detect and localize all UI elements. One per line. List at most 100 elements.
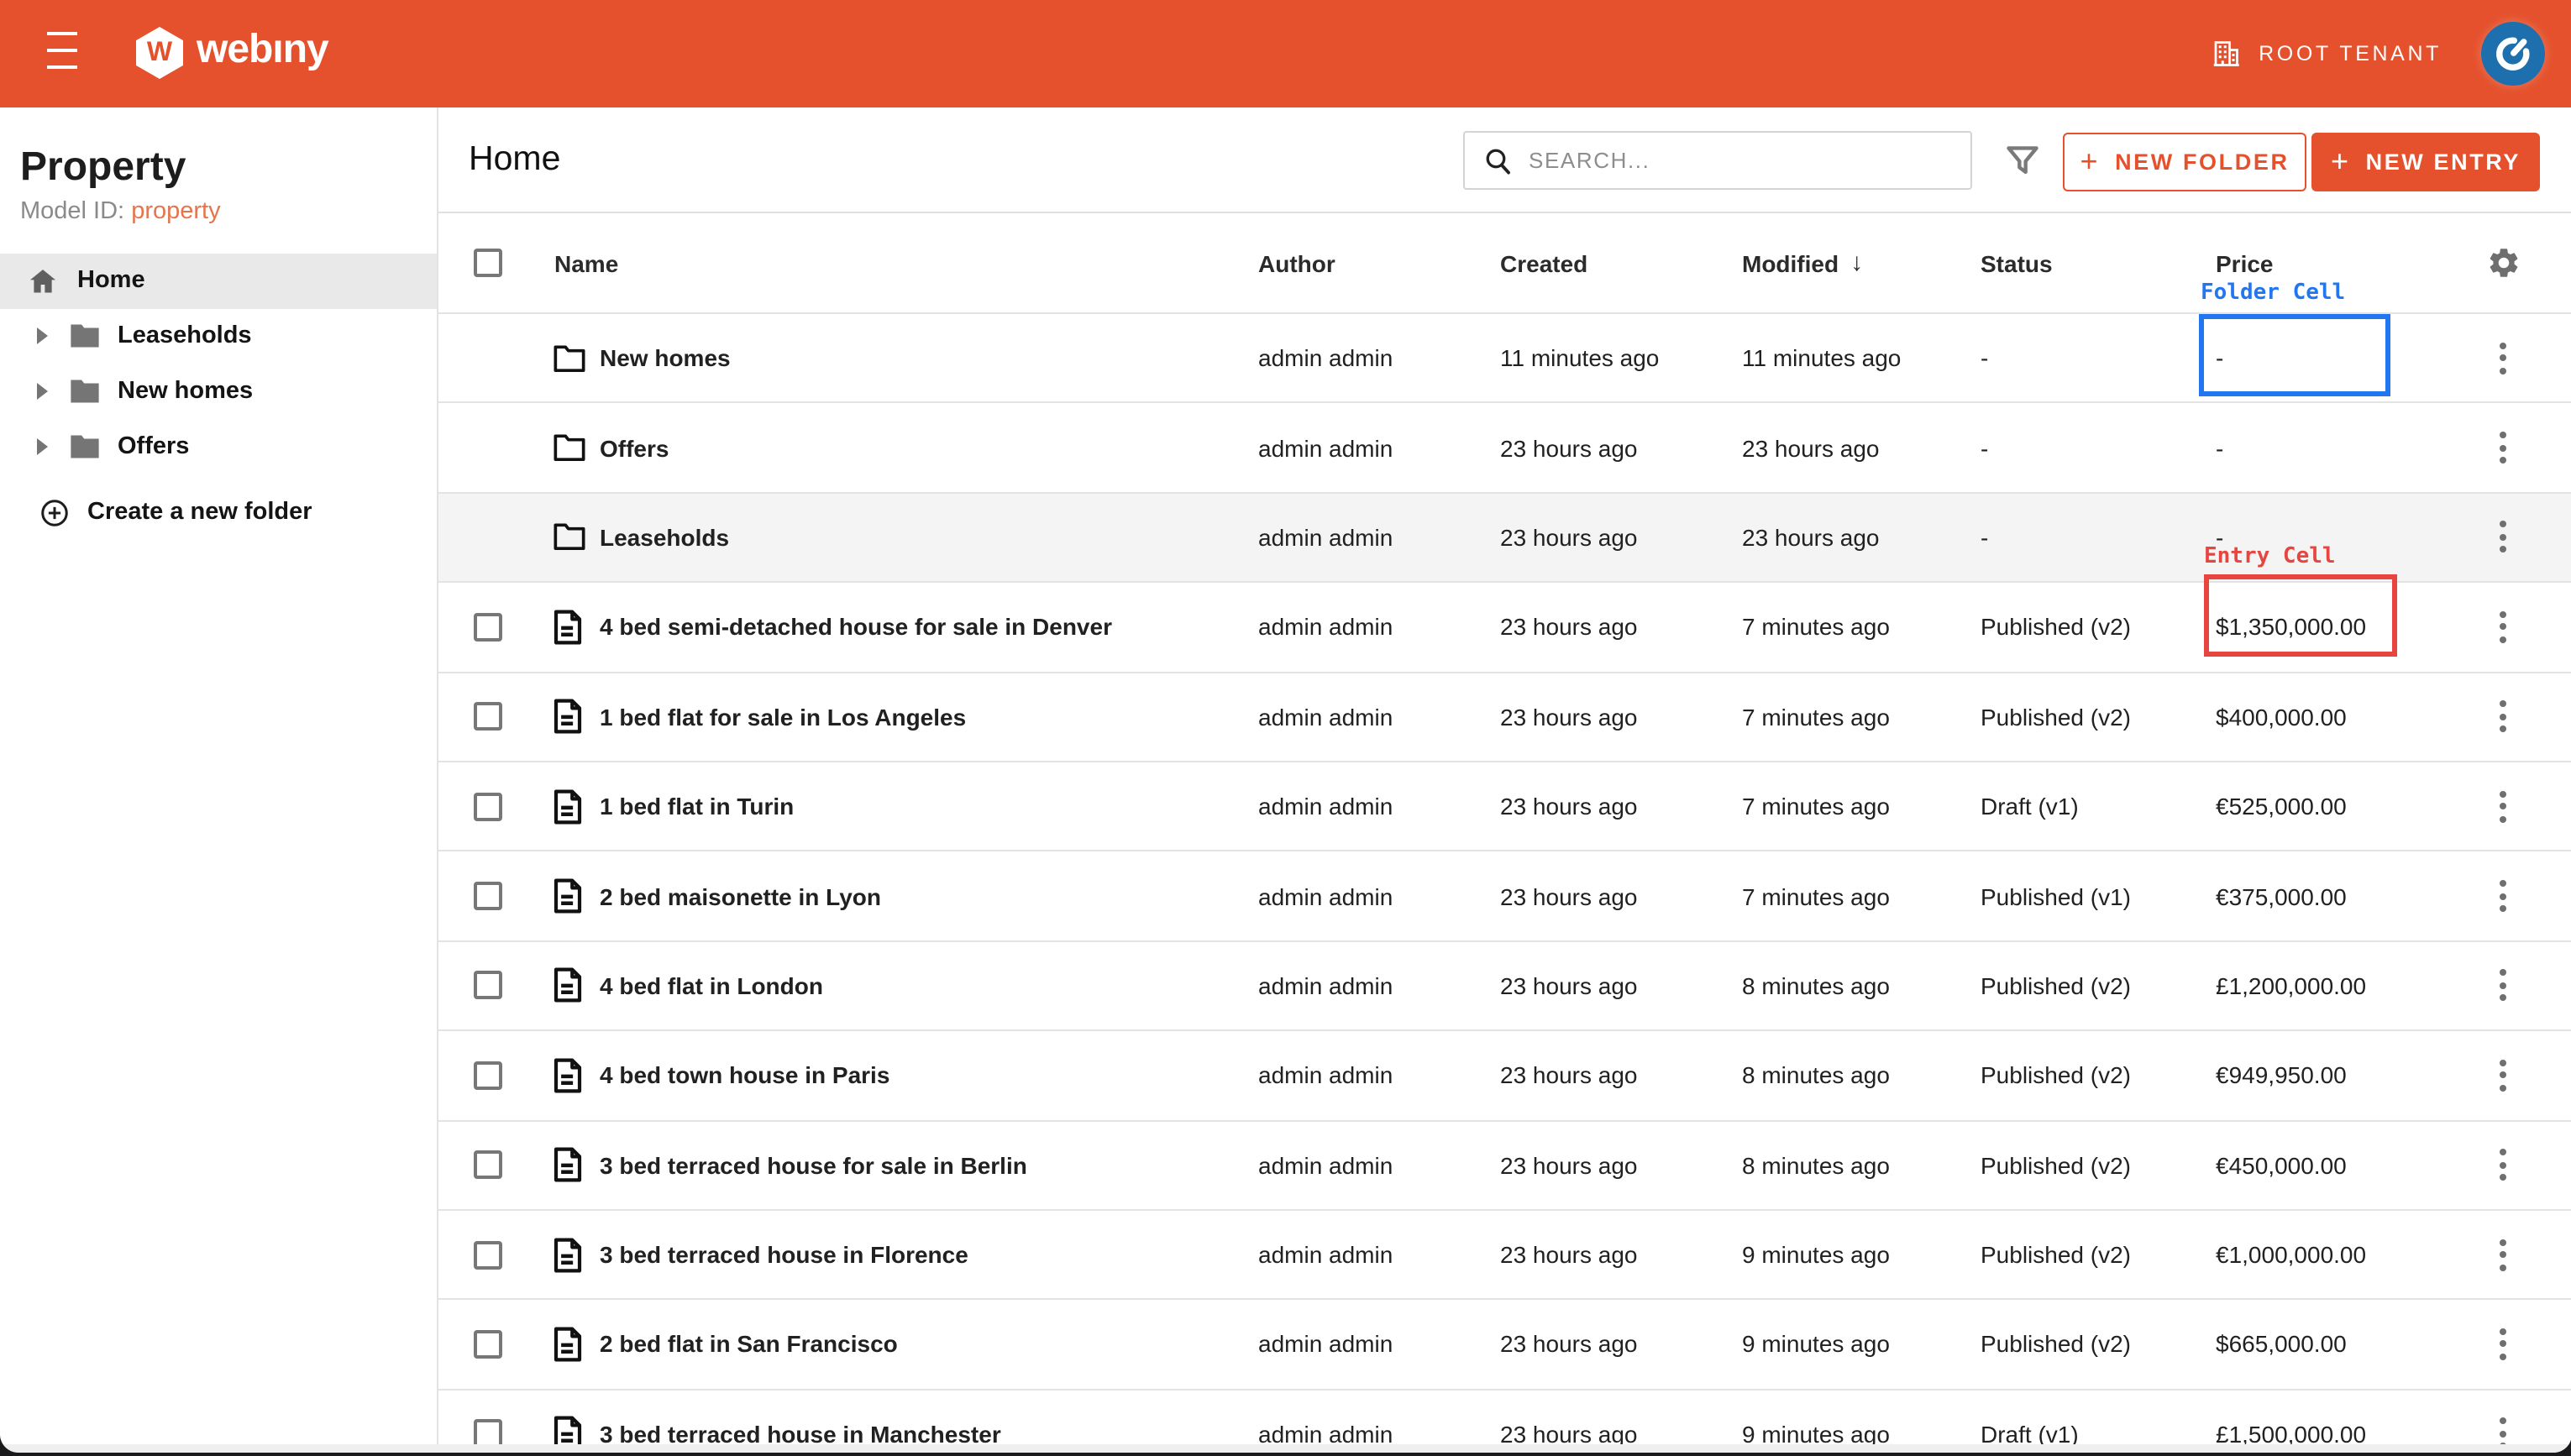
create-folder-button[interactable]: Create a new folder [0,496,437,528]
sort-desc-arrow[interactable]: ↓ [1850,249,1863,277]
menu-icon[interactable] [47,32,77,69]
caret-right-icon[interactable] [37,438,49,455]
kebab-menu-icon[interactable] [2491,494,2515,582]
table-row-entry[interactable]: 3 bed terraced house in Florence admin a… [438,1211,2571,1301]
cell-name[interactable]: 2 bed maisonette in Lyon [600,852,881,940]
table-row-entry[interactable]: 3 bed terraced house in Manchester admin… [438,1390,2571,1453]
row-checkbox[interactable] [474,703,502,731]
table-row-folder[interactable]: Leaseholds admin admin 23 hours ago 23 h… [438,494,2571,584]
filter-funnel-icon[interactable] [2004,142,2041,179]
cell-status: Published (v1) [1981,852,2131,940]
plus-icon: + [2331,144,2351,179]
kebab-menu-icon[interactable] [2491,852,2515,940]
table-row-entry[interactable]: 4 bed flat in London admin admin 23 hour… [438,941,2571,1031]
table-row-entry[interactable]: 3 bed terraced house for sale in Berlin … [438,1121,2571,1211]
cell-name[interactable]: 3 bed terraced house in Florence [600,1211,968,1299]
caret-right-icon[interactable] [37,327,49,344]
cell-name[interactable]: 4 bed town house in Paris [600,1031,889,1119]
cell-price: €949,950.00 [2216,1031,2347,1119]
cell-modified: 7 minutes ago [1742,852,1890,940]
cell-author: admin admin [1258,941,1393,1029]
row-checkbox[interactable] [474,972,502,1000]
row-checkbox[interactable] [474,1150,502,1179]
row-checkbox[interactable] [474,1240,502,1269]
column-header-created[interactable]: Created [1500,213,1587,312]
table-row-folder[interactable]: Offers admin admin 23 hours ago 23 hours… [438,404,2571,494]
model-id-value[interactable]: property [131,197,220,224]
document-icon [553,1058,583,1093]
row-checkbox[interactable] [474,1061,502,1090]
kebab-menu-icon[interactable] [2491,673,2515,761]
cell-name[interactable]: 4 bed flat in London [600,941,823,1029]
cell-name[interactable]: Leaseholds [600,494,729,582]
table-row-entry[interactable]: 4 bed town house in Paris admin admin 23… [438,1031,2571,1121]
column-header-status[interactable]: Status [1981,213,2053,312]
table-row-entry[interactable]: 1 bed flat in Turin admin admin 23 hours… [438,762,2571,852]
new-folder-label: NEW FOLDER [2115,149,2290,175]
kebab-menu-icon[interactable] [2491,1390,2515,1453]
kebab-menu-icon[interactable] [2491,1301,2515,1389]
sidebar-item-home[interactable]: Home [0,253,437,308]
cell-author: admin admin [1258,762,1393,851]
document-icon [553,878,583,914]
row-checkbox[interactable] [474,882,502,910]
kebab-menu-icon[interactable] [2491,941,2515,1029]
select-all-checkbox[interactable] [474,249,502,277]
sidebar-folder-item[interactable]: New homes [0,364,437,419]
cell-created: 23 hours ago [1500,852,1637,940]
document-icon [553,1147,583,1182]
row-checkbox[interactable] [474,1330,502,1359]
new-entry-button[interactable]: + NEW ENTRY [2311,133,2540,191]
column-header-modified[interactable]: Modified↓ [1742,213,1863,312]
row-checkbox[interactable] [474,792,502,820]
cell-modified: 9 minutes ago [1742,1211,1890,1299]
cell-name[interactable]: Offers [600,404,669,492]
sidebar-folder-item[interactable]: Offers [0,419,437,474]
cell-created: 23 hours ago [1500,404,1637,492]
cell-name[interactable]: 3 bed terraced house in Manchester [600,1390,1001,1453]
plus-circle-icon [39,496,71,528]
row-checkbox[interactable] [474,613,502,642]
cell-name[interactable]: 3 bed terraced house for sale in Berlin [600,1121,1027,1209]
folder-icon [69,378,101,405]
cell-price: €375,000.00 [2216,852,2347,940]
table-row-entry[interactable]: 2 bed maisonette in Lyon admin admin 23 … [438,852,2571,942]
column-header-author[interactable]: Author [1258,213,1335,312]
cell-author: admin admin [1258,852,1393,940]
webiny-logo[interactable]: W [136,27,183,79]
new-entry-label: NEW ENTRY [2366,149,2521,175]
kebab-menu-icon[interactable] [2491,762,2515,851]
sidebar-folder-item[interactable]: Leaseholds [0,308,437,364]
gear-icon[interactable] [2486,213,2521,312]
document-icon [553,968,583,1003]
kebab-menu-icon[interactable] [2491,314,2515,402]
entries-table: Name Author Created Modified↓ Status Pri… [438,213,2571,1453]
kebab-menu-icon[interactable] [2491,1211,2515,1299]
kebab-menu-icon[interactable] [2491,404,2515,492]
kebab-menu-icon[interactable] [2491,1031,2515,1119]
table-row-entry[interactable]: 2 bed flat in San Francisco admin admin … [438,1301,2571,1391]
kebab-menu-icon[interactable] [2491,583,2515,671]
cell-modified: 7 minutes ago [1742,762,1890,851]
cell-price: - [2216,404,2223,492]
cell-name[interactable]: 2 bed flat in San Francisco [600,1301,898,1389]
column-header-name[interactable]: Name [554,213,618,312]
cell-name[interactable]: New homes [600,314,731,402]
new-folder-button[interactable]: + NEW FOLDER [2063,133,2306,191]
kebab-menu-icon[interactable] [2491,1121,2515,1209]
cell-price: $665,000.00 [2216,1301,2347,1389]
cell-name[interactable]: 4 bed semi-detached house for sale in De… [600,583,1112,671]
model-title: Property [20,144,186,191]
cell-created: 23 hours ago [1500,1390,1637,1453]
search-input[interactable] [1529,133,1970,188]
table-row-entry[interactable]: 1 bed flat for sale in Los Angeles admin… [438,673,2571,762]
tenant-selector[interactable]: ROOT TENANT [2210,0,2442,107]
cell-name[interactable]: 1 bed flat for sale in Los Angeles [600,673,966,761]
user-avatar[interactable] [2480,22,2544,86]
caret-right-icon[interactable] [37,383,49,400]
cell-status: Published (v2) [1981,1211,2131,1299]
cell-author: admin admin [1258,1211,1393,1299]
cell-name[interactable]: 1 bed flat in Turin [600,762,794,851]
folder-icon [69,322,101,349]
cell-author: admin admin [1258,404,1393,492]
